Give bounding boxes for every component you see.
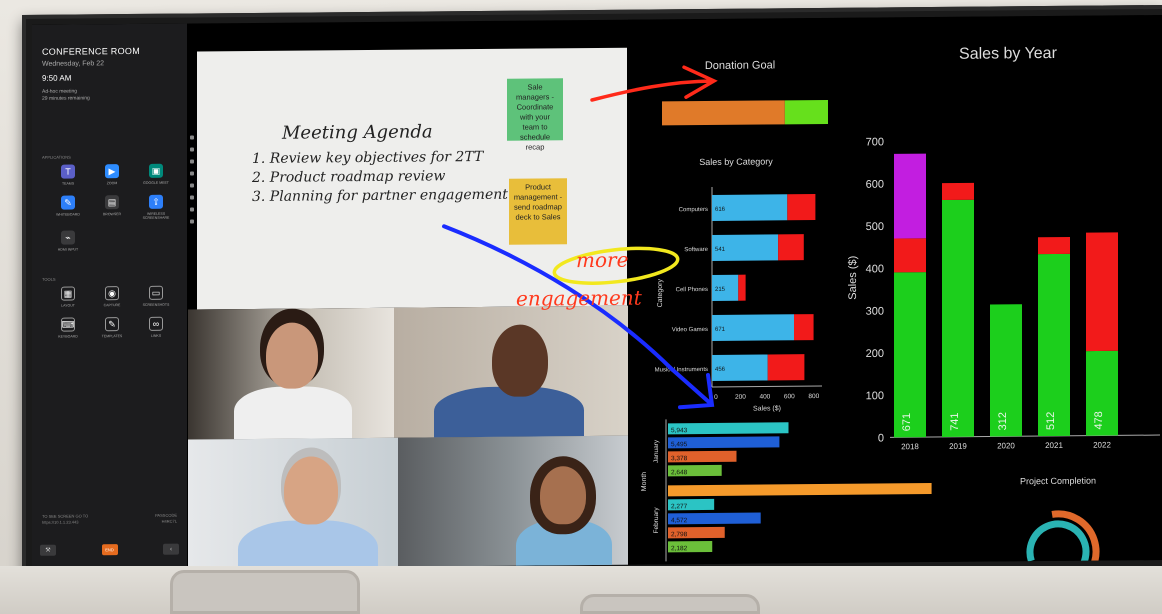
screen: CONFERENCE ROOM Wednesday, Feb 22 9:50 A… bbox=[32, 15, 1162, 570]
chair-2 bbox=[580, 594, 760, 614]
chair-1 bbox=[170, 570, 360, 614]
red-arrow bbox=[590, 65, 718, 102]
scribble-more: more bbox=[576, 247, 629, 273]
display-bezel: CONFERENCE ROOM Wednesday, Feb 22 9:50 A… bbox=[22, 5, 1162, 580]
scribble-engagement: engagement bbox=[516, 285, 642, 311]
